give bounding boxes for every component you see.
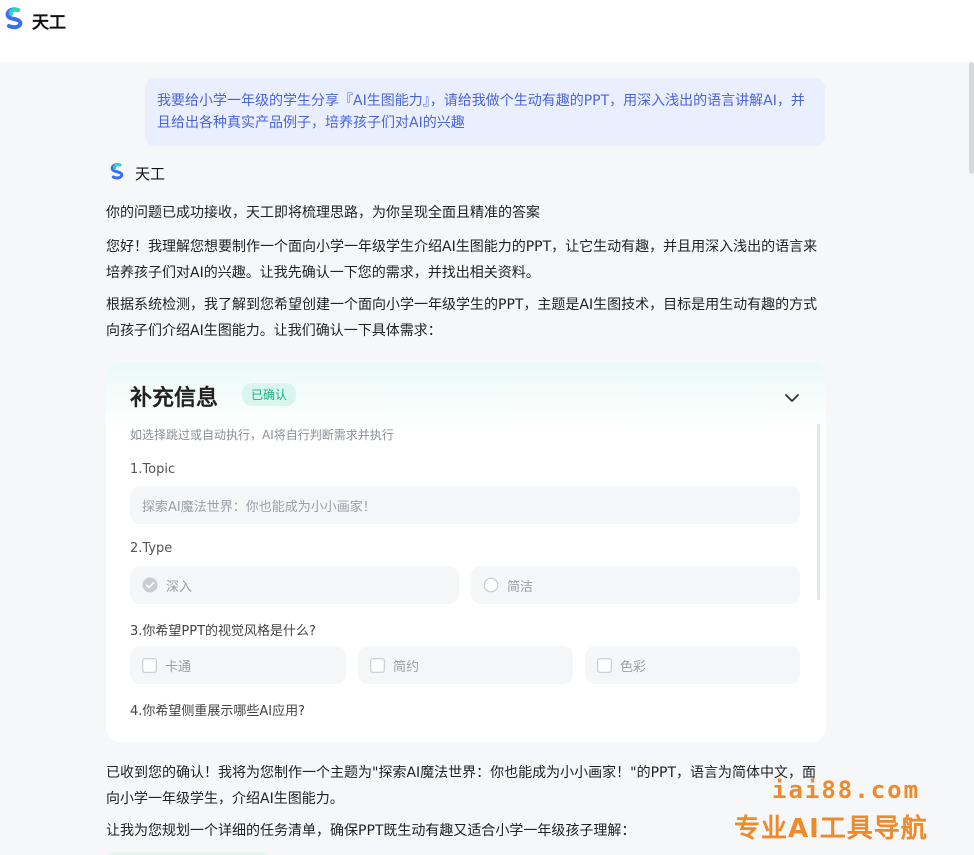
- style-option-minimal[interactable]: 简约: [358, 646, 573, 684]
- type-option-simple[interactable]: 简洁: [471, 566, 800, 604]
- chat-area: 我要给小学一年级的学生分享『AI生图能力』，请给我做个生动有趣的PPT，用深入浅…: [0, 62, 974, 855]
- card-hint: 如选择跳过或自动执行，AI将自行判断需求并执行: [130, 428, 394, 442]
- checkbox-icon: [597, 657, 612, 673]
- option-label: 简约: [393, 659, 420, 675]
- status-badge: 已确认: [242, 383, 297, 406]
- watermark-domain: iai88.com: [772, 776, 921, 804]
- user-message: 我要给小学一年级的学生分享『AI生图能力』，请给我做个生动有趣的PPT，用深入浅…: [145, 78, 825, 146]
- option-label: 卡通: [165, 659, 192, 675]
- question-label: 2.Type: [130, 541, 173, 556]
- bot-name: 天工: [135, 164, 166, 183]
- style-option-cartoon[interactable]: 卡通: [130, 646, 346, 684]
- bot-header: 天工: [108, 162, 165, 184]
- topic-input[interactable]: 探索AI魔法世界：你也能成为小小画家！: [130, 486, 800, 524]
- question-label: 1.Topic: [130, 462, 176, 477]
- bot-paragraph: 已收到您的确认！我将为您制作一个主题为"探索AI魔法世界：你也能成为小小画家！"…: [106, 765, 817, 807]
- top-bar: 天工: [0, 0, 974, 62]
- question-label: 4.你希望侧重展示哪些AI应用?: [130, 704, 306, 719]
- app-title: 天工: [32, 12, 66, 33]
- bot-paragraph: 根据系统检测，我了解到您希望创建一个面向小学一年级学生的PPT，主题是AI生图技…: [106, 297, 818, 339]
- watermark-slogan: 专业AI工具导航: [734, 814, 928, 844]
- checkbox-icon: [142, 657, 157, 673]
- option-label: 色彩: [620, 659, 647, 675]
- style-option-colorful[interactable]: 色彩: [585, 646, 800, 684]
- type-option-deep[interactable]: 深入: [130, 566, 459, 604]
- bot-paragraph: 你的问题已成功接收，天工即将梳理思路，为你呈现全面且精准的答案: [106, 205, 540, 221]
- brand[interactable]: 天工: [2, 6, 66, 34]
- tiangong-logo-icon: [2, 6, 26, 34]
- question-label: 3.你希望PPT的视觉风格是什么?: [130, 624, 316, 639]
- tiangong-avatar-icon: [108, 162, 126, 184]
- checkbox-icon: [370, 657, 385, 673]
- card-title: 补充信息: [130, 386, 219, 411]
- page-scrollbar[interactable]: [968, 62, 974, 855]
- bot-paragraph: 您好！我理解您想要制作一个面向小学一年级学生介绍AI生图能力的PPT，让它生动有…: [106, 239, 818, 281]
- card-scrollbar[interactable]: [817, 424, 820, 600]
- radio-checked-icon: [142, 577, 158, 593]
- topic-value: 探索AI魔法世界：你也能成为小小画家！: [142, 499, 376, 515]
- radio-unchecked-icon: [483, 577, 499, 593]
- scrollbar-thumb[interactable]: [969, 62, 974, 174]
- info-card: 补充信息 已确认 如选择跳过或自动执行，AI将自行判断需求并执行 1.Topic…: [106, 362, 826, 742]
- bot-paragraph: 让我为您规划一个详细的任务清单，确保PPT既生动有趣又适合小学一年级孩子理解：: [106, 823, 636, 839]
- option-label: 简洁: [507, 579, 534, 595]
- option-label: 深入: [166, 579, 193, 595]
- chevron-down-icon[interactable]: [784, 388, 800, 407]
